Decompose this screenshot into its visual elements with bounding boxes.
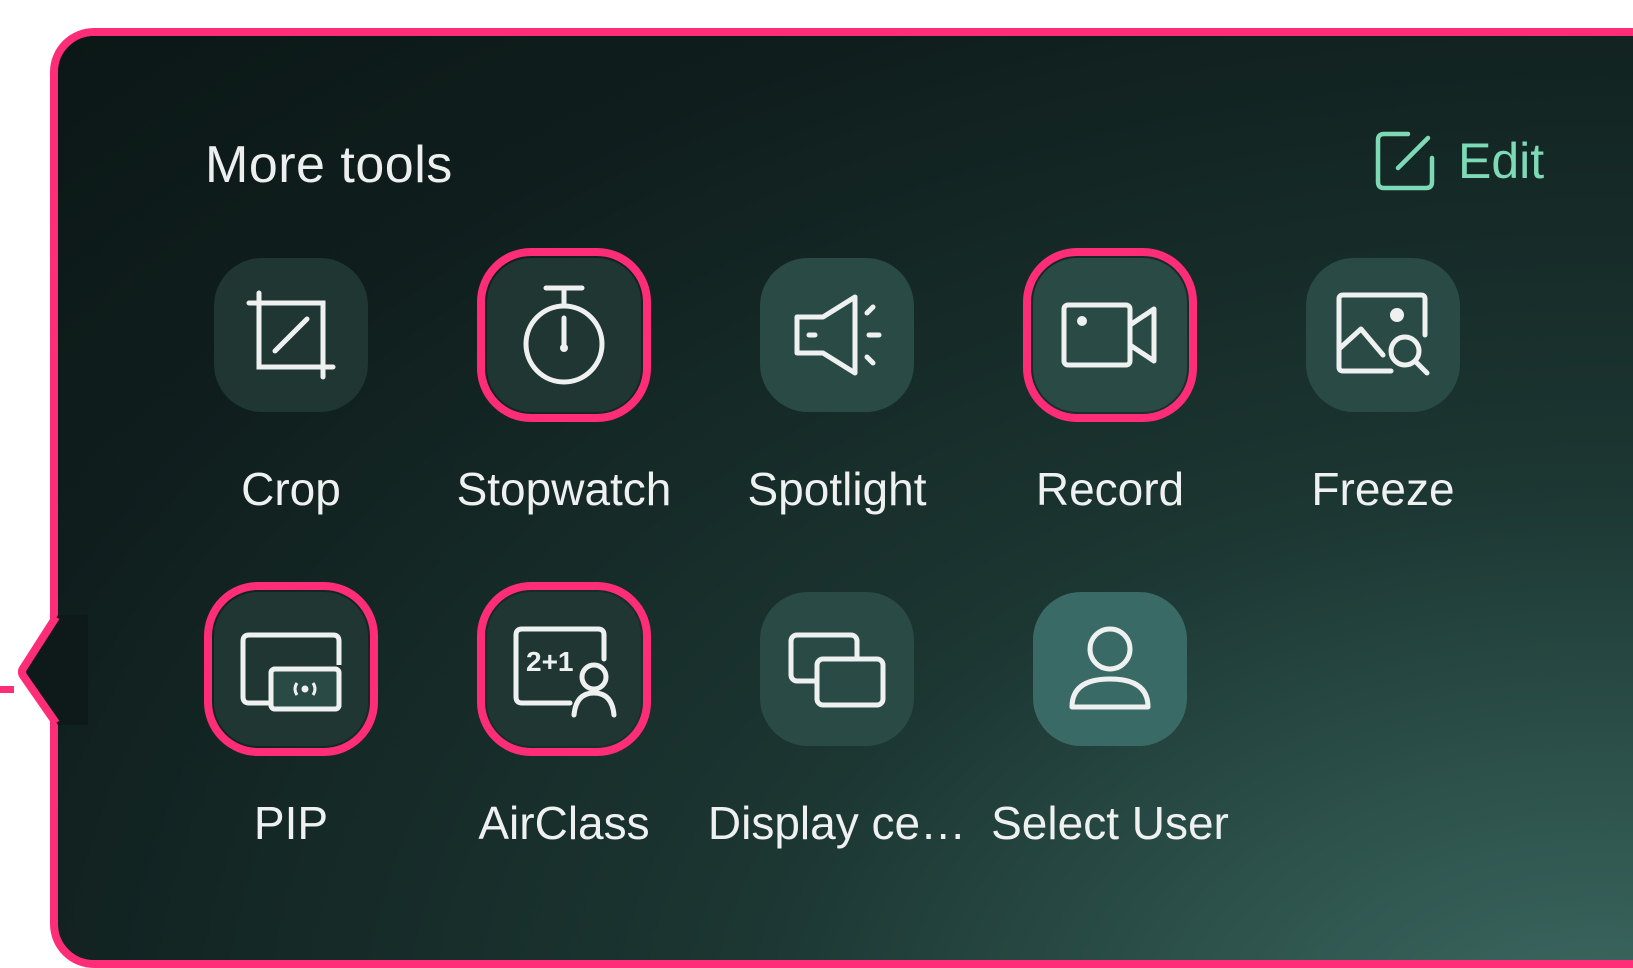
freeze-icon — [1336, 292, 1430, 376]
tool-label: Crop — [241, 463, 341, 515]
tool-label: Freeze — [1311, 463, 1455, 515]
tool-stopwatch[interactable]: Stopwatch — [434, 248, 694, 516]
tool-record[interactable]: Record — [980, 248, 1240, 516]
tool-pip[interactable]: PIP — [161, 582, 421, 850]
tool-label: Select User — [991, 797, 1229, 849]
panel-title: More tools — [205, 136, 453, 194]
user-icon — [1069, 626, 1151, 710]
tool-label: Record — [1035, 463, 1185, 515]
display-icon — [788, 632, 886, 708]
spotlight-icon — [794, 294, 882, 376]
edit-button[interactable]: Edit — [1374, 130, 1544, 192]
tool-label: Stopwatch — [456, 463, 672, 515]
tool-display[interactable]: Display ce… — [707, 592, 967, 850]
edit-icon — [1375, 131, 1435, 191]
tool-label: AirClass — [478, 797, 650, 849]
tool-spotlight[interactable]: Spotlight — [707, 258, 967, 516]
tool-freeze[interactable]: Freeze — [1253, 258, 1513, 516]
callout-line — [0, 686, 14, 693]
tool-label: Spotlight — [747, 463, 927, 515]
tool-airclass[interactable]: 2+1 AirClass — [434, 582, 694, 850]
airclass-icon: 2+1 — [513, 626, 617, 718]
svg-text:2+1: 2+1 — [526, 646, 574, 677]
tool-select-user[interactable]: Select User — [980, 592, 1240, 850]
panel-pointer — [18, 615, 88, 725]
tool-label: PIP — [253, 797, 329, 849]
pip-icon — [240, 632, 342, 712]
tool-label: Display ce… — [707, 797, 967, 849]
record-icon — [1061, 302, 1157, 368]
tool-crop[interactable]: Crop — [161, 258, 421, 516]
crop-icon — [246, 290, 336, 380]
edit-label: Edit — [1458, 133, 1545, 189]
stopwatch-icon — [523, 285, 605, 385]
